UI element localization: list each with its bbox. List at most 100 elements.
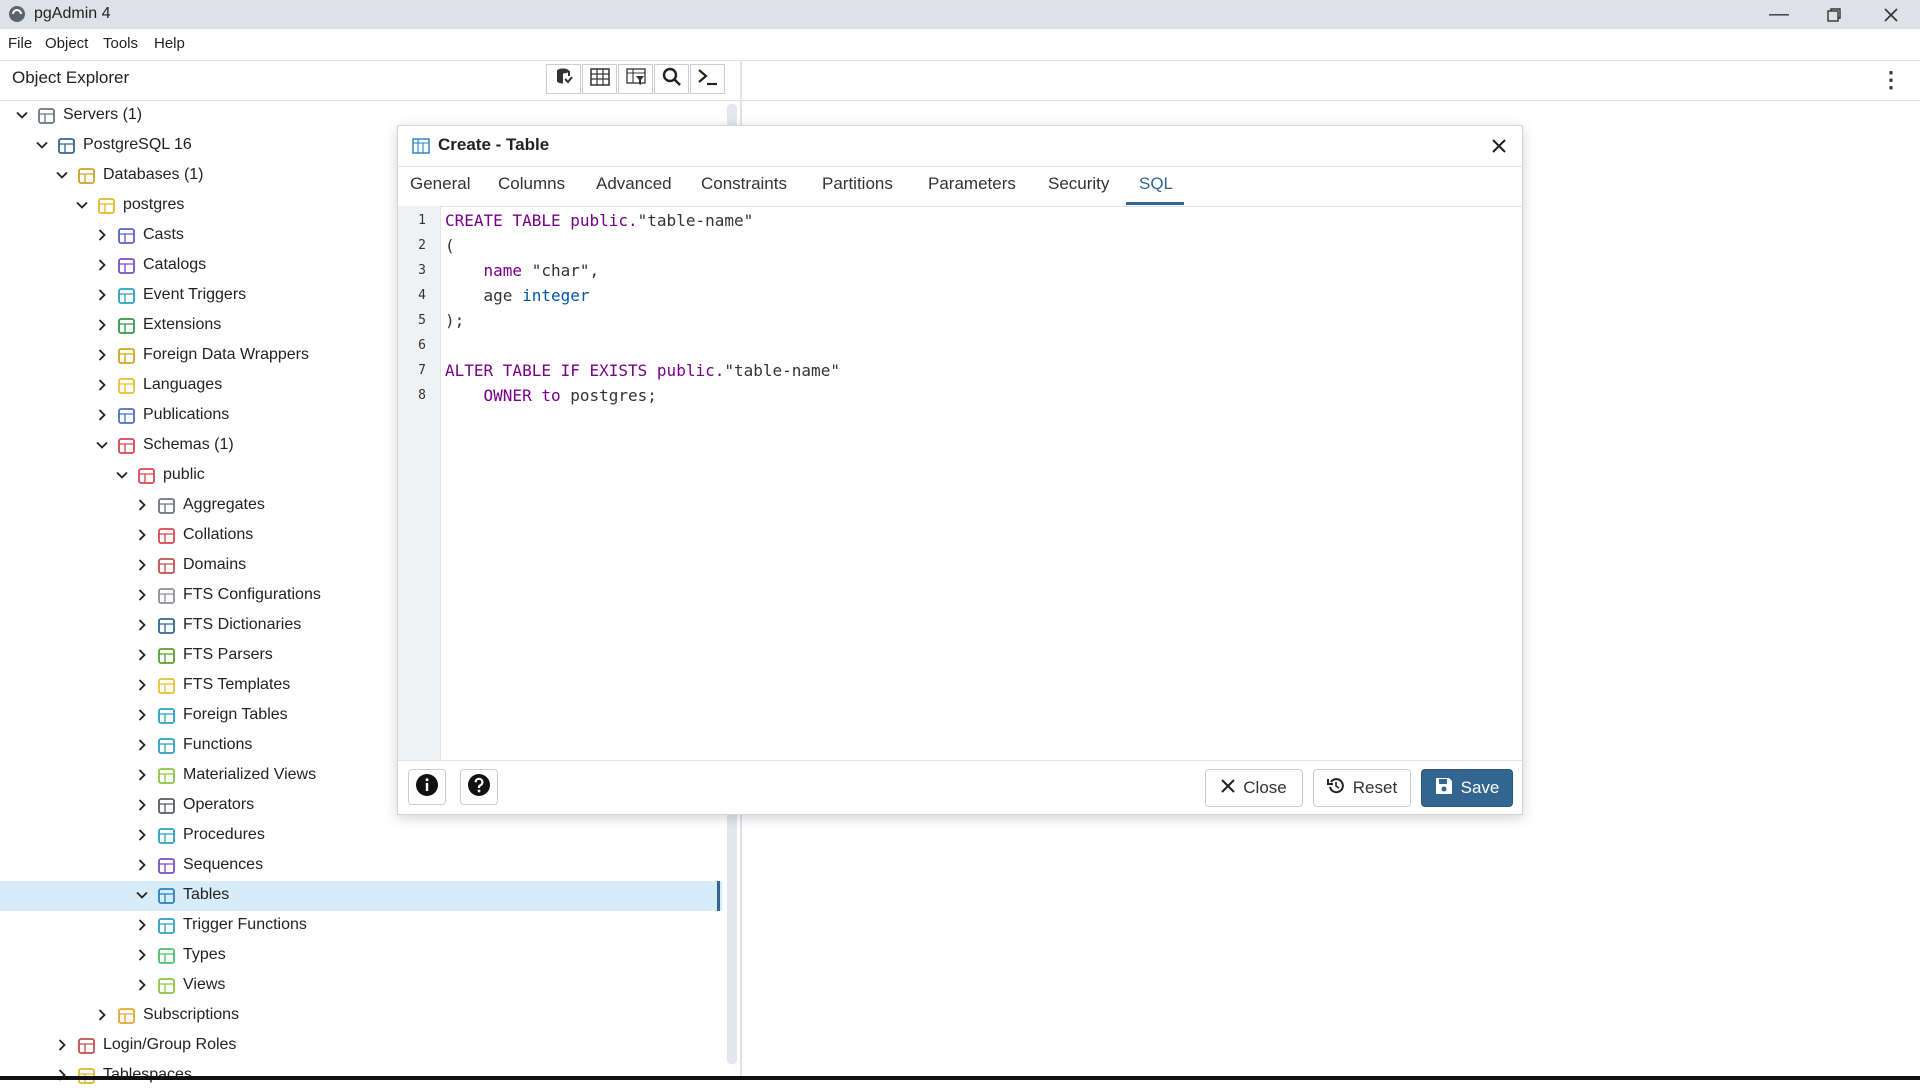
chevron-right-icon[interactable] [95, 348, 109, 362]
chevron-down-icon[interactable] [35, 138, 49, 152]
tree-node-label: Types [183, 946, 226, 963]
chevron-right-icon[interactable] [135, 678, 149, 692]
menu-tools[interactable]: Tools [103, 35, 138, 52]
object-explorer-title: Object Explorer [12, 68, 130, 87]
tree-node-label: Foreign Tables [183, 706, 288, 723]
chevron-down-icon[interactable] [75, 198, 89, 212]
procedures-icon [157, 826, 177, 846]
view-data-button[interactable] [582, 64, 617, 94]
tab-sql[interactable]: SQL [1139, 174, 1173, 194]
code-line: OWNER to postgres; [445, 386, 657, 405]
chevron-right-icon[interactable] [95, 378, 109, 392]
schemas-icon [117, 436, 137, 456]
query-tool-button[interactable] [546, 64, 581, 94]
code-line: ); [445, 311, 464, 330]
chevron-right-icon[interactable] [135, 498, 149, 512]
search-objects-button[interactable] [654, 64, 689, 94]
close-button[interactable]: Close [1205, 769, 1303, 807]
tree-node-label: FTS Dictionaries [183, 616, 302, 633]
chevron-down-icon[interactable] [115, 468, 129, 482]
tree-node-label: FTS Configurations [183, 586, 321, 603]
chevron-right-icon[interactable] [135, 768, 149, 782]
chevron-right-icon[interactable] [135, 858, 149, 872]
tree-node[interactable]: Sequences [0, 851, 722, 881]
tab-security[interactable]: Security [1048, 174, 1109, 194]
close-button-label: Close [1243, 778, 1287, 797]
code-token: "char", [522, 261, 600, 280]
minimize-icon[interactable]: — [1750, 0, 1808, 29]
tab-columns[interactable]: Columns [498, 174, 565, 194]
chevron-right-icon[interactable] [135, 708, 149, 722]
chevron-right-icon[interactable] [135, 978, 149, 992]
tree-node[interactable]: Tables [0, 881, 722, 911]
tree-node-label: Tables [183, 886, 230, 903]
dialog-close-icon[interactable] [1486, 133, 1512, 159]
reset-button[interactable]: Reset [1313, 769, 1411, 807]
tree-node[interactable]: Types [0, 941, 722, 971]
views-icon [157, 976, 177, 996]
chevron-right-icon[interactable] [55, 1038, 69, 1052]
chevron-right-icon[interactable] [135, 558, 149, 572]
chevron-right-icon[interactable] [135, 648, 149, 662]
save-button[interactable]: Save [1421, 769, 1513, 807]
chevron-right-icon[interactable] [135, 618, 149, 632]
chevron-right-icon[interactable] [95, 258, 109, 272]
menu-object[interactable]: Object [45, 35, 88, 52]
tab-advanced[interactable]: Advanced [596, 174, 672, 194]
servers-icon [37, 106, 57, 126]
extensions-icon [117, 316, 137, 336]
foreign-tables-icon [157, 706, 177, 726]
tree-node-label: FTS Parsers [183, 646, 273, 663]
subscriptions-icon [117, 1006, 137, 1026]
login-group-roles-icon [77, 1036, 97, 1056]
info-button[interactable] [408, 769, 446, 805]
pgadmin-logo-icon [8, 5, 26, 23]
psql-tool-button[interactable] [690, 64, 725, 94]
chevron-right-icon[interactable] [95, 288, 109, 302]
chevron-right-icon[interactable] [95, 1008, 109, 1022]
tree-node-label: Languages [143, 376, 223, 393]
chevron-right-icon[interactable] [135, 918, 149, 932]
tree-node-label: Databases (1) [103, 166, 204, 183]
help-icon [467, 773, 491, 802]
menu-file[interactable]: File [8, 35, 32, 52]
more-options-icon[interactable]: ⋮ [1880, 66, 1902, 94]
chevron-right-icon[interactable] [135, 798, 149, 812]
menu-help[interactable]: Help [154, 35, 185, 52]
tree-node[interactable]: Procedures [0, 821, 722, 851]
tree-node[interactable]: Subscriptions [0, 1001, 722, 1031]
chevron-down-icon[interactable] [55, 168, 69, 182]
tab-parameters[interactable]: Parameters [928, 174, 1016, 194]
chevron-right-icon[interactable] [95, 408, 109, 422]
chevron-down-icon[interactable] [135, 888, 149, 902]
chevron-right-icon[interactable] [95, 228, 109, 242]
tree-node[interactable]: Views [0, 971, 722, 1001]
table-view-icon [589, 67, 610, 91]
close-x-icon [1221, 778, 1235, 798]
search-icon [662, 67, 682, 92]
chevron-down-icon[interactable] [95, 438, 109, 452]
tab-general[interactable]: General [410, 174, 470, 194]
tree-node-label: Tablespaces [103, 1066, 192, 1083]
chevron-right-icon[interactable] [135, 738, 149, 752]
tree-node-label: Event Triggers [143, 286, 247, 303]
chevron-down-icon[interactable] [15, 108, 29, 122]
maximize-icon[interactable] [1805, 0, 1863, 29]
chevron-right-icon[interactable] [95, 318, 109, 332]
tab-partitions[interactable]: Partitions [822, 174, 893, 194]
chevron-right-icon[interactable] [135, 588, 149, 602]
tree-node-label: Operators [183, 796, 255, 813]
help-button[interactable] [460, 769, 498, 805]
close-window-icon[interactable] [1862, 0, 1920, 29]
tree-node[interactable]: Login/Group Roles [0, 1031, 722, 1061]
chevron-right-icon[interactable] [135, 828, 149, 842]
chevron-right-icon[interactable] [135, 528, 149, 542]
tree-node[interactable]: Trigger Functions [0, 911, 722, 941]
postgresql-elephant-icon [57, 136, 77, 156]
chevron-right-icon[interactable] [135, 948, 149, 962]
tab-constraints[interactable]: Constraints [701, 174, 787, 194]
foreign-data-wrappers-icon [117, 346, 137, 366]
filtered-rows-button[interactable] [618, 64, 653, 94]
